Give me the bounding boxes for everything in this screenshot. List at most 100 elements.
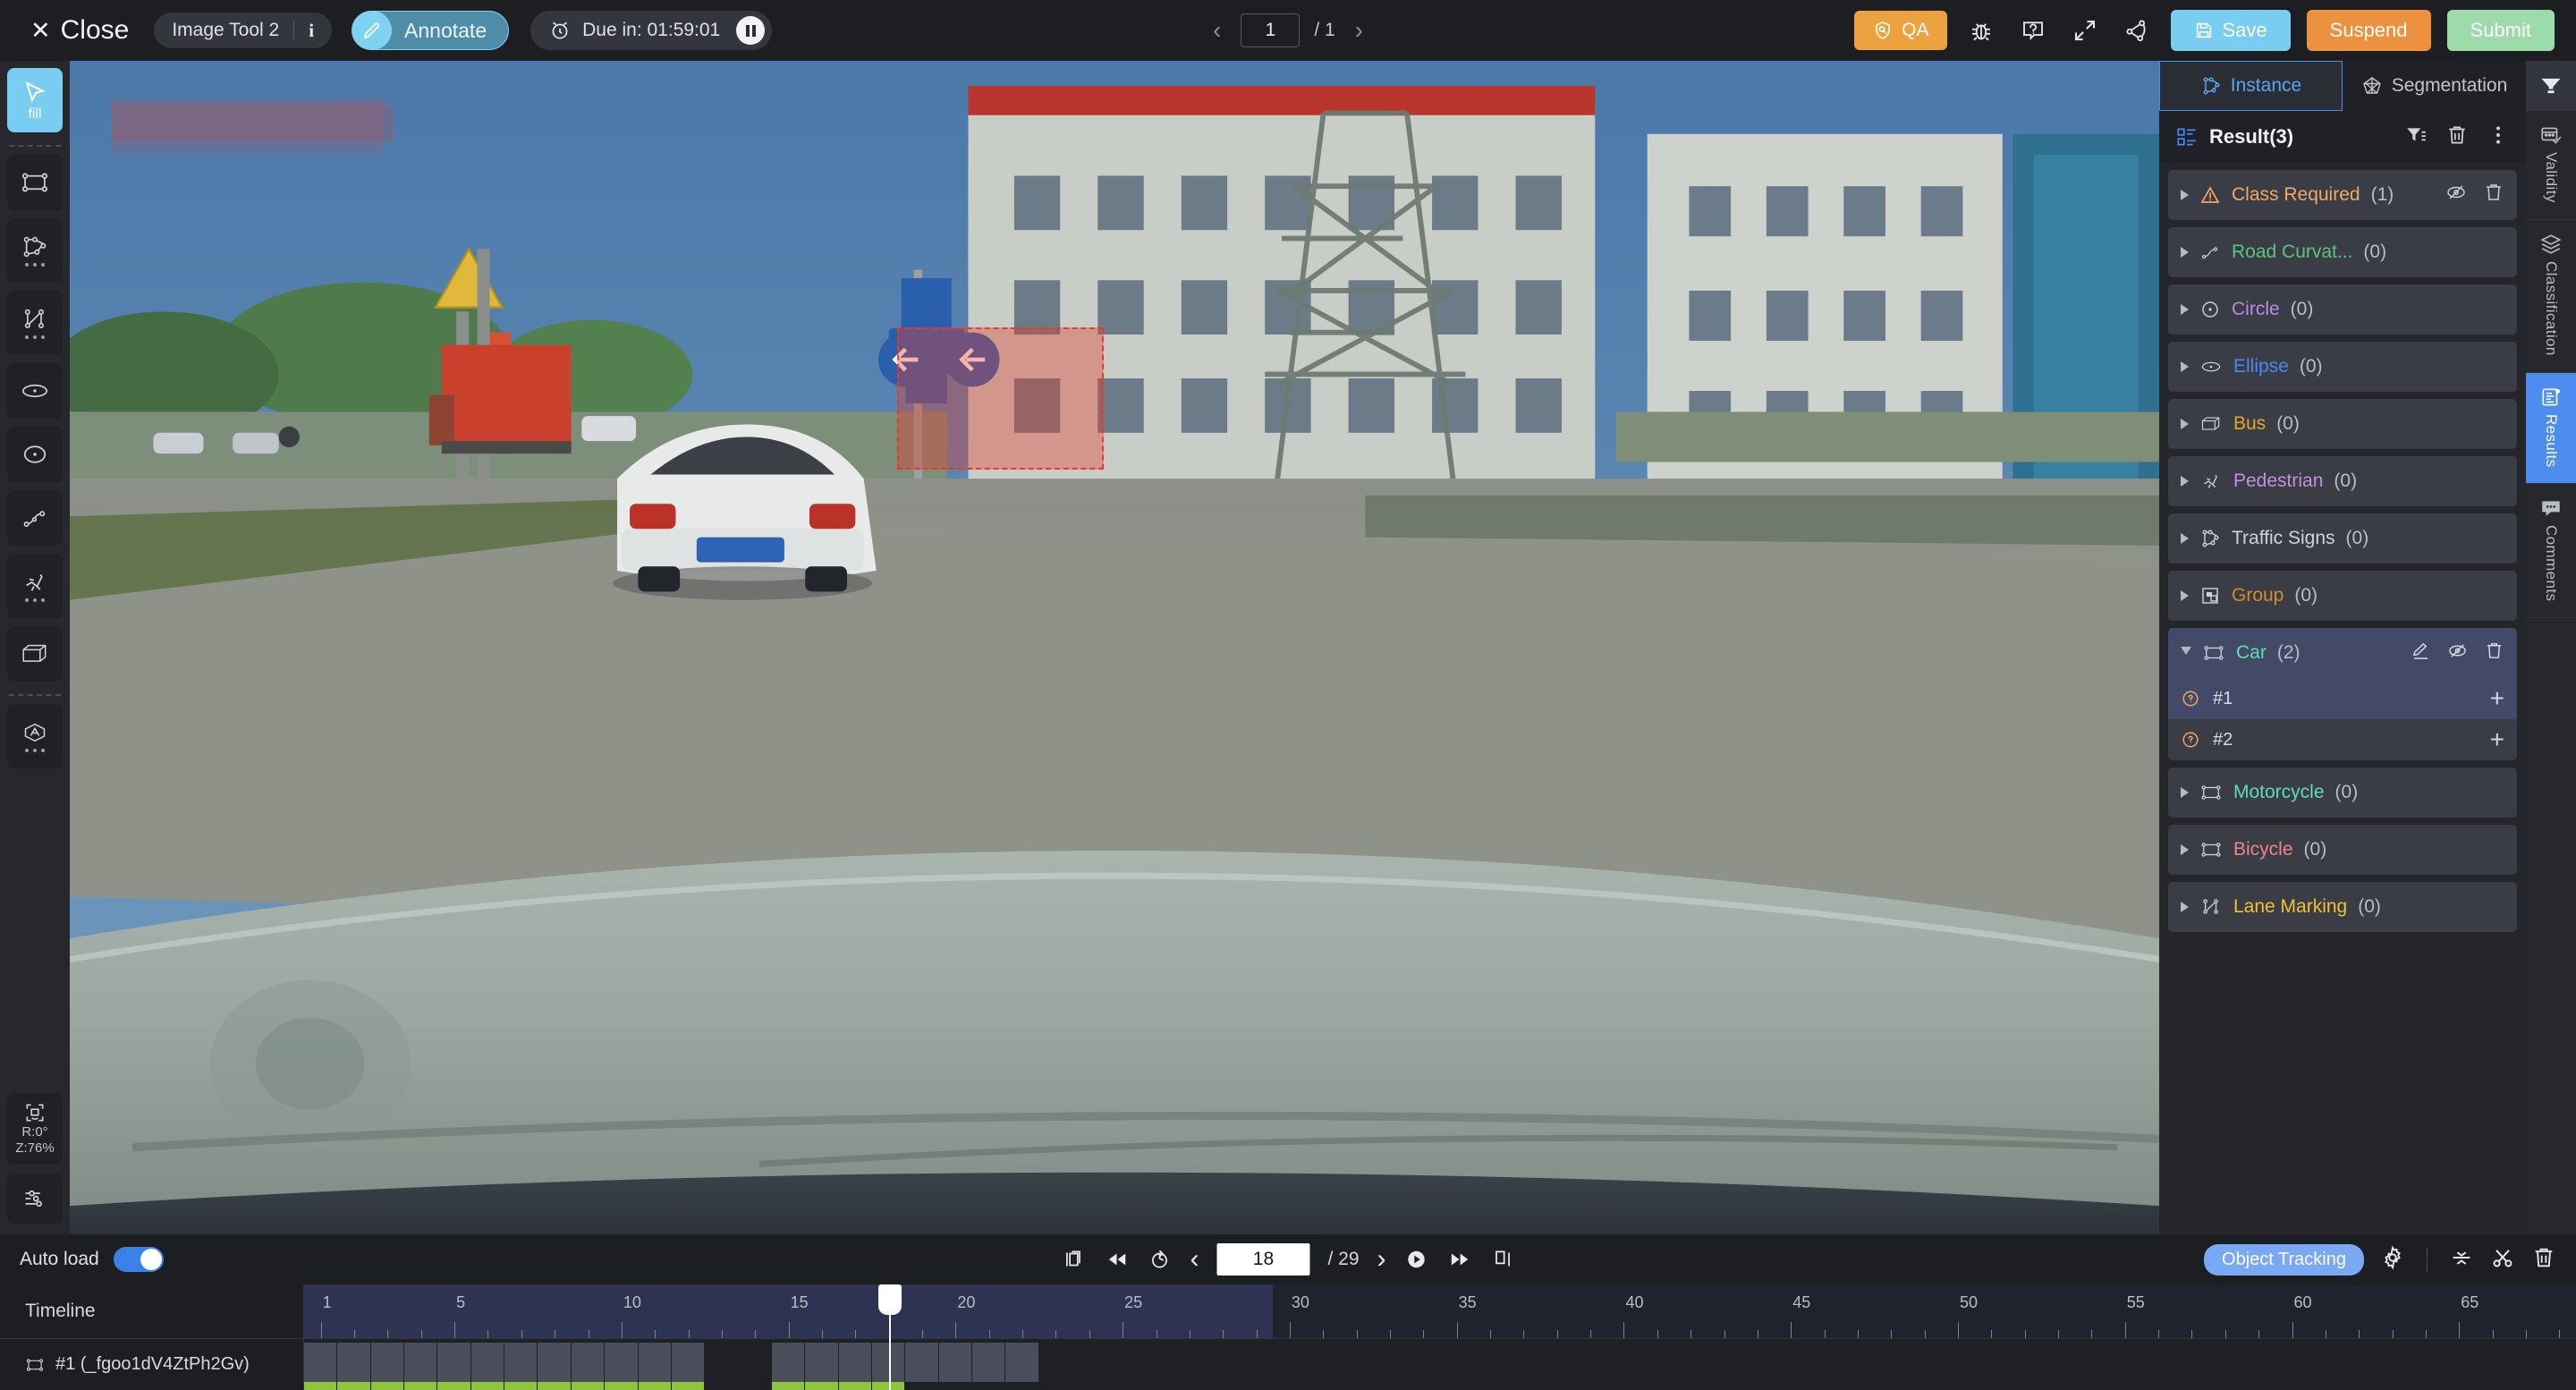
fullscreen-icon[interactable]: [2067, 13, 2103, 48]
submit-button[interactable]: Submit: [2446, 10, 2555, 51]
bug-icon[interactable]: [1963, 13, 1999, 48]
more-icon[interactable]: [2487, 123, 2510, 151]
track-segment[interactable]: [370, 1343, 405, 1382]
car-instance-2[interactable]: #2 +: [2168, 719, 2517, 760]
track-segment[interactable]: [404, 1343, 438, 1382]
track-segment[interactable]: [538, 1343, 572, 1382]
track-segment[interactable]: [470, 1343, 505, 1382]
chevron-down-icon[interactable]: [2181, 646, 2191, 660]
chevron-right-icon[interactable]: [2181, 476, 2189, 487]
save-button[interactable]: Save: [2170, 10, 2291, 51]
close-button[interactable]: ✕ Close: [21, 15, 141, 46]
tool-more-dots[interactable]: [25, 335, 45, 339]
result-row-lane-marking[interactable]: Lane Marking (0): [2168, 882, 2517, 932]
tool-magic-polygon[interactable]: [7, 704, 63, 768]
fit-zoom-box[interactable]: R:0° Z:76%: [7, 1092, 63, 1165]
result-row-pedestrian[interactable]: Pedestrian (0): [2168, 456, 2517, 506]
tab-instance[interactable]: Instance: [2159, 61, 2343, 111]
filter-icon[interactable]: [2404, 123, 2428, 151]
chevron-right-icon[interactable]: [2181, 190, 2189, 200]
share-icon[interactable]: [2119, 13, 2155, 48]
chevron-right-icon[interactable]: [2181, 304, 2189, 315]
track-segment[interactable]: [671, 1343, 706, 1382]
track-segment[interactable]: [605, 1343, 639, 1382]
track-segment[interactable]: [972, 1343, 1006, 1382]
tab-segmentation[interactable]: Segmentation: [2343, 61, 2526, 111]
car-instance-1[interactable]: #1 +: [2168, 678, 2517, 719]
prev-page-button[interactable]: ‹: [1208, 16, 1226, 45]
chevron-right-icon[interactable]: [2181, 902, 2189, 912]
qa-button[interactable]: QA: [1854, 11, 1947, 50]
fast-forward-icon[interactable]: [1447, 1248, 1472, 1271]
tool-curve[interactable]: [7, 490, 63, 546]
collapse-icon[interactable]: [2449, 1245, 2474, 1275]
page-input[interactable]: [1241, 13, 1301, 47]
tool-skeleton[interactable]: [7, 554, 63, 618]
result-row-road-curvature[interactable]: Road Curvat... (0): [2168, 227, 2517, 277]
tool-rectangle[interactable]: [7, 155, 63, 210]
track-segment[interactable]: [1005, 1343, 1039, 1382]
help-icon[interactable]: [2015, 13, 2051, 48]
add-attribute-button[interactable]: +: [2490, 686, 2504, 710]
edit-icon[interactable]: [2411, 640, 2431, 666]
suspend-button[interactable]: Suspend: [2306, 10, 2431, 51]
track-segment[interactable]: [905, 1343, 939, 1382]
track-segment[interactable]: [638, 1343, 672, 1382]
car-bbox-annotation-1[interactable]: [897, 326, 1105, 470]
rewind-icon[interactable]: [1104, 1248, 1129, 1271]
result-row-group[interactable]: Group (0): [2168, 571, 2517, 621]
tool-cuboid[interactable]: [7, 626, 63, 682]
rail-item-results[interactable]: Results: [2526, 372, 2576, 484]
prev-frame-button[interactable]: ‹: [1190, 1244, 1199, 1275]
object-track[interactable]: [304, 1339, 2576, 1390]
result-row-circle[interactable]: Circle (0): [2168, 284, 2517, 335]
rail-item-comments[interactable]: Comments: [2526, 484, 2576, 619]
tool-name-chip[interactable]: Image Tool 2 i: [154, 13, 333, 48]
result-row-ellipse[interactable]: Ellipse (0): [2168, 342, 2517, 392]
tool-more-dots[interactable]: [25, 598, 45, 602]
trash-icon[interactable]: [2483, 182, 2504, 208]
chevron-right-icon[interactable]: [2181, 844, 2189, 855]
result-row-motorcycle[interactable]: Motorcycle (0): [2168, 767, 2517, 818]
rail-filter-button[interactable]: [2526, 61, 2576, 111]
timeline-ruler[interactable]: 1 5 10 15 20 25 30 35 40 45 50 55 60 65: [304, 1284, 2576, 1390]
cut-icon[interactable]: [2490, 1245, 2515, 1275]
hide-icon[interactable]: [2447, 640, 2468, 666]
result-row-bicycle[interactable]: Bicycle (0): [2168, 825, 2517, 875]
trash-icon[interactable]: [2484, 640, 2504, 666]
playhead-handle[interactable]: [877, 1284, 902, 1315]
object-tracking-button[interactable]: Object Tracking: [2204, 1243, 2364, 1276]
hide-icon[interactable]: [2445, 182, 2467, 208]
track-segment[interactable]: [504, 1343, 538, 1382]
trash-icon[interactable]: [2531, 1245, 2556, 1275]
track-segment[interactable]: [337, 1343, 371, 1382]
track-segment[interactable]: [304, 1343, 338, 1382]
loop-icon[interactable]: [1147, 1248, 1172, 1271]
result-row-class-required[interactable]: Class Required (1): [2168, 170, 2517, 220]
next-page-button[interactable]: ›: [1350, 16, 1368, 45]
tool-circle[interactable]: [7, 427, 63, 482]
chevron-right-icon[interactable]: [2181, 590, 2189, 601]
gear-icon[interactable]: [2380, 1244, 2405, 1275]
due-timer[interactable]: Due in: 01:59:01: [530, 11, 773, 50]
frame-input[interactable]: [1216, 1243, 1310, 1276]
timeline-object-label[interactable]: #1 (_fgoo1dV4ZtPh2Gv): [0, 1339, 304, 1390]
pause-icon[interactable]: [736, 16, 766, 45]
result-row-car[interactable]: Car (2): [2168, 628, 2517, 678]
play-icon[interactable]: [1404, 1248, 1429, 1271]
auto-load-toggle[interactable]: [113, 1247, 164, 1272]
chevron-right-icon[interactable]: [2181, 533, 2189, 544]
image-canvas[interactable]: [70, 61, 2159, 1234]
annotate-button[interactable]: Annotate: [352, 11, 510, 50]
track-segment[interactable]: [838, 1343, 872, 1382]
canvas-settings-button[interactable]: [7, 1174, 63, 1224]
last-frame-icon[interactable]: [1490, 1248, 1515, 1271]
tool-more-dots[interactable]: [25, 749, 45, 752]
chevron-right-icon[interactable]: [2181, 419, 2189, 429]
result-row-bus[interactable]: Bus (0): [2168, 399, 2517, 449]
add-attribute-button[interactable]: +: [2490, 727, 2504, 751]
faded-region-annotation[interactable]: [111, 104, 394, 141]
track-segment[interactable]: [437, 1343, 471, 1382]
info-icon[interactable]: i: [309, 20, 314, 42]
rail-item-validity[interactable]: Validity: [2526, 111, 2576, 220]
